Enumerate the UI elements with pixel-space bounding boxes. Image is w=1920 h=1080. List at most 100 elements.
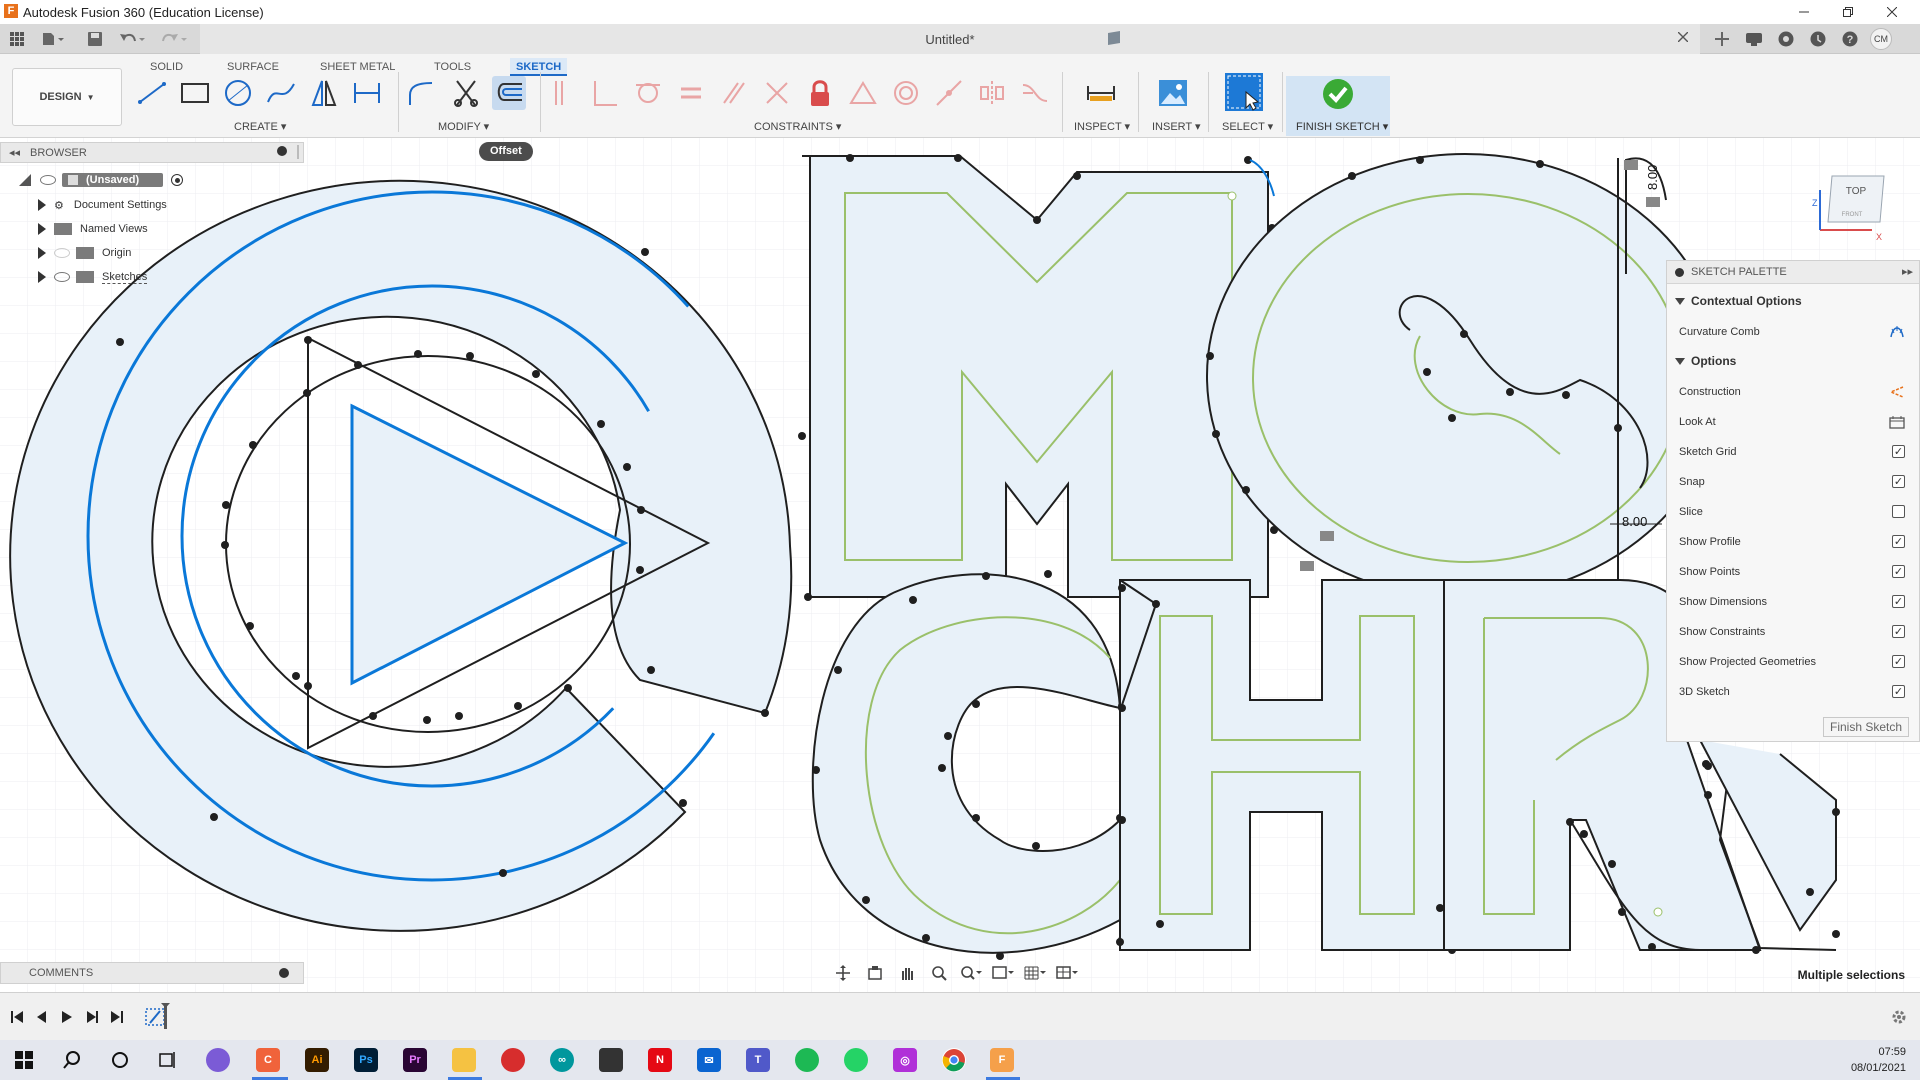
modify-group-label[interactable]: MODIFY ▾ — [438, 120, 489, 133]
option-show-projected-geometries[interactable]: Show Projected Geometries ✓ — [1679, 655, 1905, 668]
perpendicular-constraint-icon[interactable] — [760, 76, 794, 110]
option-slice[interactable]: Slice — [1679, 505, 1905, 518]
sketch-grid-checkbox[interactable]: ✓ — [1892, 445, 1905, 458]
go-to-start-icon[interactable] — [6, 1007, 28, 1027]
sketch-palette-header[interactable]: SKETCH PALETTE ▸▸ — [1667, 261, 1919, 284]
sketch-canvas[interactable]: 8.00 8.00 TOP FRONT Z X — [0, 138, 1920, 992]
orbit-icon[interactable] — [830, 963, 856, 983]
browser-pin-icon[interactable] — [277, 146, 287, 156]
snap-checkbox[interactable]: ✓ — [1892, 475, 1905, 488]
go-to-end-icon[interactable] — [106, 1007, 128, 1027]
visibility-eye-icon[interactable] — [54, 272, 70, 282]
3d-sketch-checkbox[interactable]: ✓ — [1892, 685, 1905, 698]
tab-solid[interactable]: SOLID — [144, 58, 189, 76]
option-look-at[interactable]: Look At — [1679, 415, 1905, 429]
browser-item-document-settings[interactable]: ⚙ Document Settings — [38, 195, 167, 215]
windows-start-icon[interactable] — [12, 1048, 36, 1072]
play-icon[interactable] — [56, 1007, 78, 1027]
timeline-sketch-feature-icon[interactable] — [144, 1003, 172, 1029]
document-tab[interactable]: Untitled* — [200, 24, 1700, 54]
show-dimensions-checkbox[interactable]: ✓ — [1892, 595, 1905, 608]
system-clock[interactable]: 07:59 08/01/2021 — [1851, 1044, 1906, 1076]
spline-tool-icon[interactable] — [264, 76, 298, 110]
option-construction[interactable]: Construction — [1679, 385, 1905, 399]
extensions-icon[interactable] — [1774, 28, 1798, 50]
insert-image-icon[interactable] — [1156, 76, 1190, 110]
arduino-icon[interactable]: ∞ — [550, 1048, 574, 1072]
tangent-constraint-icon[interactable] — [631, 76, 665, 110]
save-icon[interactable] — [84, 28, 106, 50]
close-window-button[interactable] — [1870, 0, 1914, 24]
curvature-comb-icon[interactable] — [1889, 325, 1905, 339]
browser-root-item[interactable]: (Unsaved) — [18, 170, 184, 190]
tab-sketch[interactable]: SKETCH — [510, 58, 568, 76]
rectangle-tool-icon[interactable] — [178, 76, 212, 110]
tab-tools[interactable]: TOOLS — [428, 58, 477, 76]
contextual-options-section[interactable]: Contextual Options — [1675, 294, 1802, 308]
pan-hand-icon[interactable] — [894, 963, 920, 983]
app-icon-red[interactable] — [501, 1048, 525, 1072]
select-tool-icon[interactable] — [1224, 72, 1264, 112]
file-menu-icon[interactable] — [38, 28, 68, 50]
tab-sheet-metal[interactable]: SHEET METAL — [314, 58, 401, 76]
slice-checkbox[interactable] — [1892, 505, 1905, 518]
curvature-constraint-icon[interactable] — [1018, 76, 1052, 110]
constraints-group-label[interactable]: CONSTRAINTS ▾ — [754, 120, 841, 133]
tab-surface[interactable]: SURFACE — [221, 58, 285, 76]
trim-tool-icon[interactable] — [449, 76, 483, 110]
display-settings-icon[interactable] — [990, 963, 1016, 983]
expand-triangle-icon[interactable] — [38, 271, 46, 283]
chrome-icon[interactable] — [942, 1048, 966, 1072]
option-snap[interactable]: Snap ✓ — [1679, 475, 1905, 488]
close-tab-icon[interactable] — [1678, 32, 1688, 42]
dimension-label-vertical[interactable]: 8.00 — [1645, 165, 1660, 190]
viewcube[interactable]: TOP FRONT Z X — [1810, 166, 1910, 246]
user-avatar[interactable]: CM — [1868, 28, 1894, 50]
undo-icon[interactable] — [116, 28, 150, 50]
activate-radio-icon[interactable] — [171, 174, 184, 186]
job-status-icon[interactable] — [1742, 28, 1766, 50]
mail-icon[interactable]: ✉ — [697, 1048, 721, 1072]
app-icon-1[interactable] — [206, 1048, 230, 1072]
show-profile-checkbox[interactable]: ✓ — [1892, 535, 1905, 548]
option-show-profile[interactable]: Show Profile ✓ — [1679, 535, 1905, 548]
fix-unfix-constraint-icon[interactable] — [803, 76, 837, 110]
horizontal-vertical-constraint-icon[interactable] — [545, 76, 579, 110]
offset-tool-icon[interactable] — [492, 76, 526, 110]
finish-sketch-panel[interactable]: FINISH SKETCH ▾ — [1286, 76, 1390, 136]
line-tool-icon[interactable] — [135, 76, 169, 110]
parallel-constraint-icon[interactable] — [717, 76, 751, 110]
notifications-icon[interactable] — [1806, 28, 1830, 50]
option-show-dimensions[interactable]: Show Dimensions ✓ — [1679, 595, 1905, 608]
palette-pin-icon[interactable] — [1675, 268, 1684, 277]
select-group-label[interactable]: SELECT ▾ — [1222, 120, 1273, 133]
collapse-triangle-icon[interactable] — [18, 173, 32, 187]
mirror-tool-icon[interactable] — [307, 76, 341, 110]
palette-finish-sketch-button[interactable]: Finish Sketch — [1823, 717, 1909, 737]
viewports-icon[interactable] — [1054, 963, 1080, 983]
add-comment-icon[interactable] — [279, 968, 289, 978]
measure-tool-icon[interactable] — [1084, 76, 1118, 110]
visibility-hidden-icon[interactable] — [54, 248, 70, 258]
whatsapp-icon[interactable] — [844, 1048, 868, 1072]
construction-icon[interactable] — [1889, 385, 1905, 399]
spotify-icon[interactable] — [795, 1048, 819, 1072]
new-tab-plus-icon[interactable] — [1710, 28, 1734, 50]
option-sketch-grid[interactable]: Sketch Grid ✓ — [1679, 445, 1905, 458]
browser-item-origin[interactable]: Origin — [38, 243, 131, 263]
grid-snaps-icon[interactable] — [1022, 963, 1048, 983]
browser-item-named-views[interactable]: Named Views — [38, 219, 148, 239]
timeline-settings-gear-icon[interactable] — [1888, 1007, 1910, 1027]
step-forward-icon[interactable] — [81, 1007, 103, 1027]
step-back-icon[interactable] — [31, 1007, 53, 1027]
cortana-icon[interactable] — [108, 1048, 132, 1072]
apps-grid-icon[interactable] — [6, 28, 28, 50]
visibility-eye-icon[interactable] — [40, 175, 56, 185]
circle-tool-icon[interactable] — [221, 76, 255, 110]
search-icon[interactable] — [60, 1048, 84, 1072]
collapse-panel-icon[interactable]: ◂◂ — [9, 146, 20, 159]
expand-triangle-icon[interactable] — [38, 223, 46, 235]
option-show-constraints[interactable]: Show Constraints ✓ — [1679, 625, 1905, 638]
task-view-icon[interactable] — [156, 1048, 180, 1072]
store-icon[interactable] — [599, 1048, 623, 1072]
